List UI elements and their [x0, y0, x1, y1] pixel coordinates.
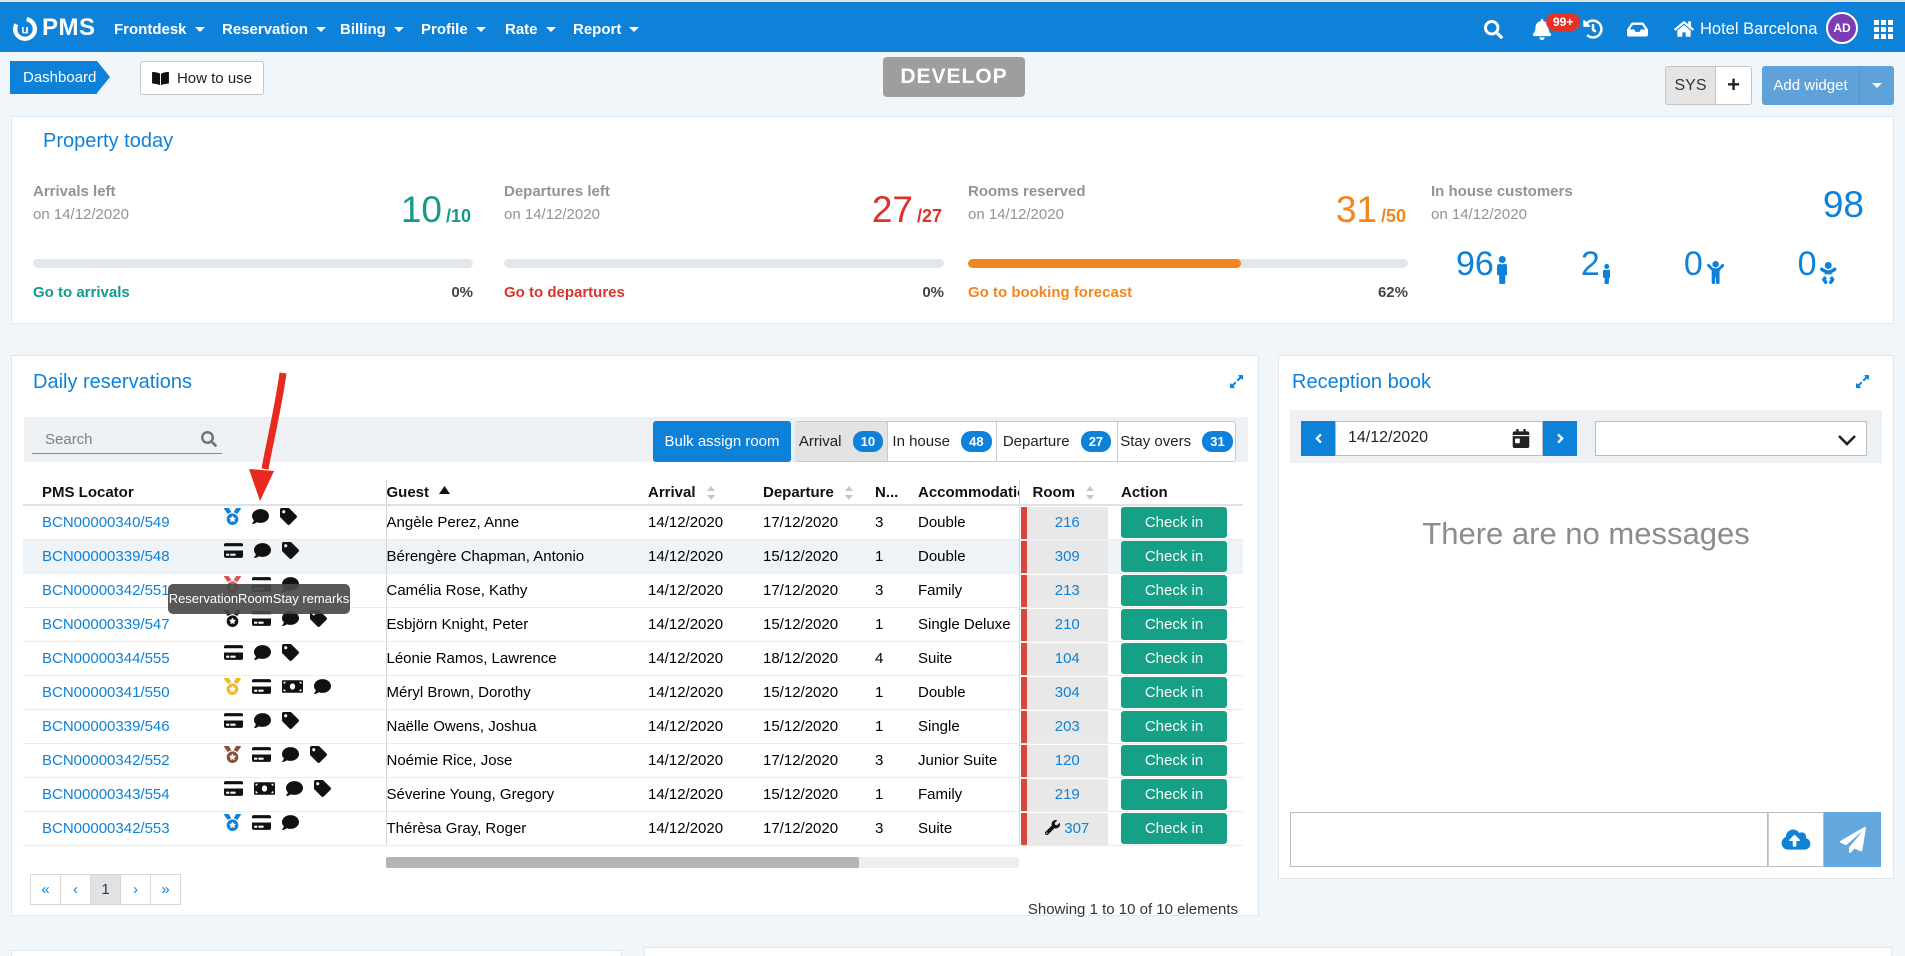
- svg-text:u: u: [21, 23, 28, 37]
